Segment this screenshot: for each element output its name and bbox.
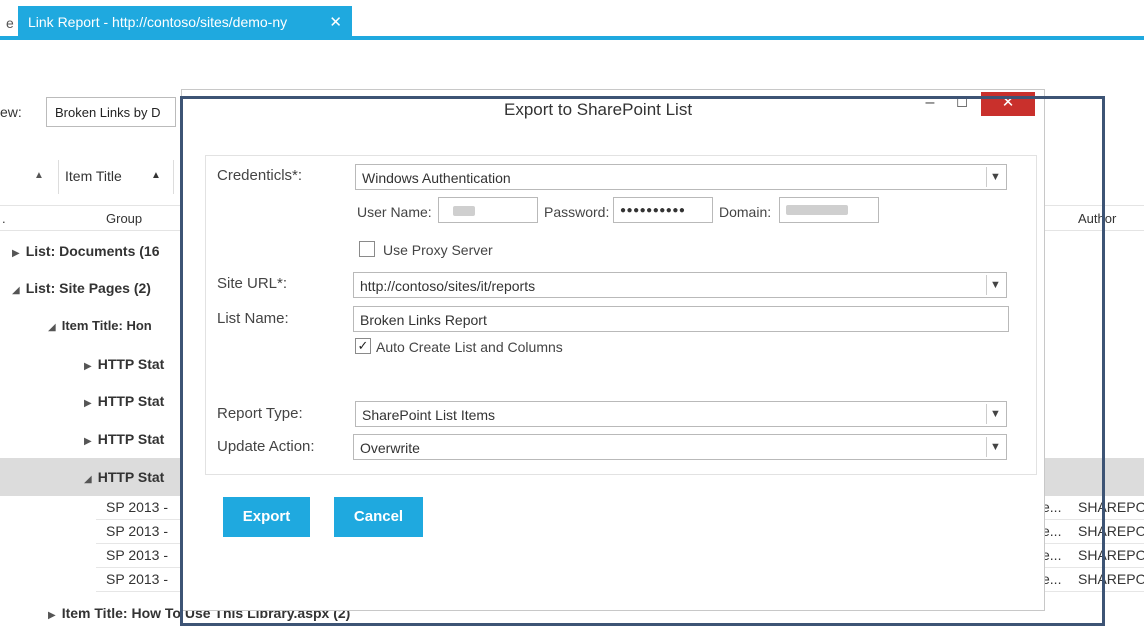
group-http-status-label: HTTP Stat: [97, 393, 165, 409]
close-icon[interactable]: ✕: [981, 92, 1035, 116]
view-label: ew:: [0, 104, 22, 120]
column-no[interactable]: .: [2, 211, 6, 226]
sort-up-icon: ▲: [151, 170, 161, 181]
redacted-text: [786, 205, 848, 215]
site-url-combobox[interactable]: http://contoso/sites/it/reports ▼: [353, 272, 1007, 298]
group-http-status-label: HTTP Stat: [97, 431, 165, 447]
row-cell-author: SHAREPO: [1078, 499, 1144, 515]
group-documents[interactable]: ▶ List: Documents (16: [12, 243, 160, 259]
minimize-icon[interactable]: –: [920, 92, 940, 116]
row-cell-author: SHAREPO: [1078, 523, 1144, 539]
use-proxy-label: Use Proxy Server: [383, 242, 493, 258]
auto-create-checkbox[interactable]: ✓: [355, 338, 371, 354]
credentials-select[interactable]: Windows Authentication ▼: [355, 164, 1007, 190]
chevron-down-icon: ▼: [986, 275, 1004, 295]
domain-field[interactable]: [779, 197, 879, 223]
close-icon[interactable]: ✕: [329, 13, 342, 31]
group-http-status-label: HTTP Stat: [97, 469, 165, 485]
tab-link-report[interactable]: Link Report - http://contoso/sites/demo-…: [18, 6, 352, 38]
column-group[interactable]: Group: [106, 211, 142, 226]
group-item-title-home-label: Item Title: Hon: [61, 318, 152, 333]
update-action-value: Overwrite: [360, 440, 420, 456]
sort-left-icon[interactable]: ▲: [4, 165, 50, 181]
dialog-title: Export to SharePoint List: [504, 100, 693, 119]
group-http-status-2[interactable]: ▶ HTTP Stat: [84, 393, 164, 409]
group-item-title-home[interactable]: ◢ Item Title: Hon: [48, 318, 152, 333]
list-name-field[interactable]: Broken Links Report: [353, 306, 1009, 332]
credentials-value: Windows Authentication: [362, 170, 511, 186]
tab-underline: [0, 36, 1144, 40]
username-field[interactable]: [438, 197, 538, 223]
maximize-icon[interactable]: ☐: [952, 92, 972, 116]
group-http-status-label: HTTP Stat: [97, 356, 165, 372]
credentials-label: Credenticls*:: [217, 167, 303, 184]
row-cell-truncated: e...: [1042, 547, 1062, 563]
row-cell-title: SP 2013 -: [106, 571, 169, 587]
group-site-pages[interactable]: ◢ List: Site Pages (2): [12, 280, 151, 296]
row-cell-author: SHAREPO: [1078, 571, 1144, 587]
row-cell-truncated: e...: [1042, 571, 1062, 587]
group-http-status-1[interactable]: ▶ HTTP Stat: [84, 356, 164, 372]
site-url-label: Site URL*:: [217, 275, 288, 292]
row-cell-truncated: e...: [1042, 499, 1062, 515]
password-label: Password:: [544, 204, 610, 220]
domain-label: Domain:: [719, 204, 772, 220]
update-action-select[interactable]: Overwrite ▼: [353, 434, 1007, 460]
site-url-value: http://contoso/sites/it/reports: [360, 278, 536, 294]
auto-create-label: Auto Create List and Columns: [376, 339, 563, 355]
column-item-title[interactable]: Item Title ▲: [58, 160, 174, 194]
chevron-down-icon: ▼: [986, 167, 1004, 187]
row-cell-title: SP 2013 -: [106, 499, 169, 515]
report-type-value: SharePoint List Items: [362, 407, 496, 423]
password-field[interactable]: ●●●●●●●●●●: [613, 197, 713, 223]
group-http-status-4[interactable]: ◢ HTTP Stat: [84, 469, 164, 485]
group-documents-label: List: Documents (16: [25, 243, 160, 259]
chevron-down-icon: ▼: [986, 437, 1004, 457]
report-type-select[interactable]: SharePoint List Items ▼: [355, 401, 1007, 427]
cancel-button[interactable]: Cancel: [334, 497, 423, 537]
row-cell-title: SP 2013 -: [106, 523, 169, 539]
group-site-pages-label: List: Site Pages (2): [25, 280, 151, 296]
row-cell-title: SP 2013 -: [106, 547, 169, 563]
previous-tab-edge[interactable]: e: [0, 6, 18, 38]
report-type-label: Report Type:: [217, 405, 303, 422]
view-select[interactable]: Broken Links by D: [46, 97, 176, 127]
tab-strip: e Link Report - http://contoso/sites/dem…: [0, 0, 1144, 38]
update-action-label: Update Action:: [217, 438, 315, 455]
username-label: User Name:: [357, 204, 432, 220]
row-cell-author: SHAREPO: [1078, 547, 1144, 563]
export-button[interactable]: Export: [223, 497, 310, 537]
column-author[interactable]: Author: [1078, 211, 1116, 226]
list-name-label: List Name:: [217, 310, 289, 327]
chevron-down-icon: ▼: [986, 404, 1004, 424]
row-cell-truncated: e...: [1042, 523, 1062, 539]
redacted-text: [453, 206, 475, 216]
tab-title: Link Report - http://contoso/sites/demo-…: [28, 14, 288, 30]
group-http-status-3[interactable]: ▶ HTTP Stat: [84, 431, 164, 447]
column-item-title-label: Item Title: [65, 168, 122, 184]
use-proxy-checkbox[interactable]: [359, 241, 375, 257]
